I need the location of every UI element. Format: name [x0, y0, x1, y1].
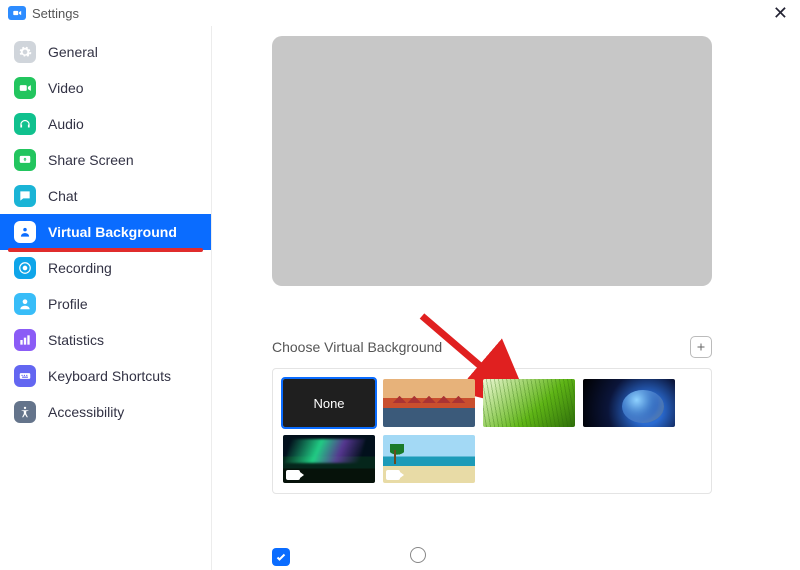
option-radio[interactable] — [410, 547, 426, 566]
keyboard-icon — [14, 365, 36, 387]
share-screen-icon — [14, 149, 36, 171]
sidebar-item-recording[interactable]: Recording — [0, 250, 211, 286]
chat-icon — [14, 185, 36, 207]
sidebar-item-profile[interactable]: Profile — [0, 286, 211, 322]
radio-unselected-icon — [410, 547, 426, 563]
video-badge-icon — [386, 470, 400, 480]
background-thumb-aurora[interactable] — [283, 435, 375, 483]
recording-icon — [14, 257, 36, 279]
thumb-label: None — [313, 396, 344, 411]
section-header: Choose Virtual Background — [272, 336, 712, 358]
sidebar-item-share-screen[interactable]: Share Screen — [0, 142, 211, 178]
background-thumb-grass[interactable] — [483, 379, 575, 427]
video-icon — [14, 77, 36, 99]
sidebar-item-video[interactable]: Video — [0, 70, 211, 106]
background-grid: None — [272, 368, 712, 494]
background-thumb-none[interactable]: None — [283, 379, 375, 427]
titlebar-left: Settings — [8, 6, 79, 21]
accessibility-icon — [14, 401, 36, 423]
sidebar-item-audio[interactable]: Audio — [0, 106, 211, 142]
option-checkbox[interactable] — [272, 548, 290, 566]
sidebar-item-label: General — [48, 44, 98, 60]
sidebar-item-label: Profile — [48, 296, 88, 312]
sidebar-item-label: Share Screen — [48, 152, 134, 168]
sidebar-item-label: Statistics — [48, 332, 104, 348]
background-thumb-earth[interactable] — [583, 379, 675, 427]
background-thumb-bridge[interactable] — [383, 379, 475, 427]
background-thumb-beach[interactable] — [383, 435, 475, 483]
sidebar-item-label: Recording — [48, 260, 112, 276]
sidebar-item-label: Chat — [48, 188, 78, 204]
video-preview — [272, 36, 712, 286]
add-background-button[interactable] — [690, 336, 712, 358]
shell: General Video Audio Share Screen Chat Vi… — [0, 26, 800, 570]
sidebar-item-label: Keyboard Shortcuts — [48, 368, 171, 384]
options-row — [272, 547, 426, 566]
sidebar-item-label: Virtual Background — [48, 224, 177, 240]
app-icon — [8, 6, 26, 20]
sidebar-item-label: Accessibility — [48, 404, 124, 420]
sidebar: General Video Audio Share Screen Chat Vi… — [0, 26, 212, 570]
window-title: Settings — [32, 6, 79, 21]
profile-icon — [14, 293, 36, 315]
close-button[interactable]: ✕ — [769, 4, 792, 22]
checkbox-checked-icon — [272, 548, 290, 566]
sidebar-item-virtual-background[interactable]: Virtual Background — [0, 214, 211, 250]
titlebar: Settings ✕ — [0, 0, 800, 26]
video-badge-icon — [286, 470, 300, 480]
plus-icon — [695, 341, 707, 353]
section-title: Choose Virtual Background — [272, 339, 442, 355]
sidebar-item-label: Video — [48, 80, 84, 96]
sidebar-item-general[interactable]: General — [0, 34, 211, 70]
statistics-icon — [14, 329, 36, 351]
sidebar-item-label: Audio — [48, 116, 84, 132]
sidebar-item-keyboard-shortcuts[interactable]: Keyboard Shortcuts — [0, 358, 211, 394]
virtual-background-icon — [14, 221, 36, 243]
gear-icon — [14, 41, 36, 63]
sidebar-item-chat[interactable]: Chat — [0, 178, 211, 214]
main-panel: Choose Virtual Background None — [212, 26, 800, 570]
sidebar-item-statistics[interactable]: Statistics — [0, 322, 211, 358]
headphones-icon — [14, 113, 36, 135]
sidebar-item-accessibility[interactable]: Accessibility — [0, 394, 211, 430]
